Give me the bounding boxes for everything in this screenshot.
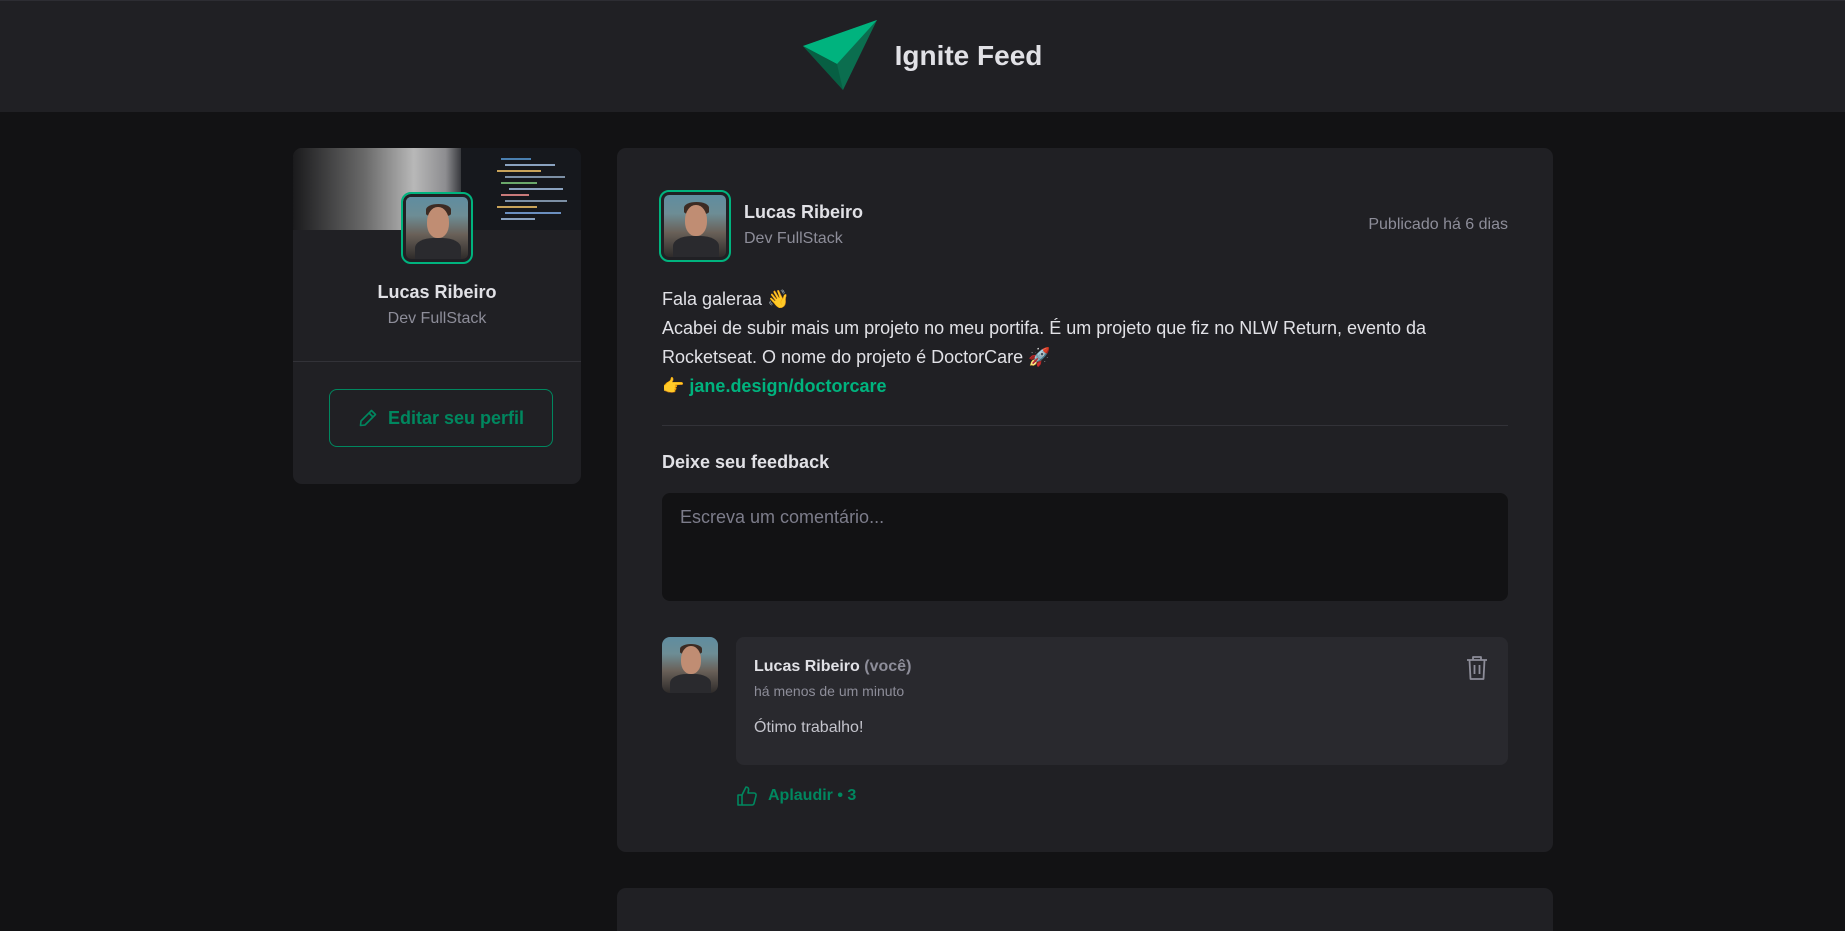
post-card: Lucas Ribeiro Dev FullStack Publicado há… <box>617 148 1553 852</box>
app-header: Ignite Feed <box>0 0 1845 112</box>
comment-author: Lucas Ribeiro (você) <box>754 658 911 676</box>
divider <box>293 361 581 362</box>
applaud-label: Aplaudir <box>768 787 833 804</box>
point-emoji: 👉 <box>662 376 690 396</box>
thumbs-up-icon <box>737 786 757 806</box>
post-author-name: Lucas Ribeiro <box>744 202 864 222</box>
post-content-line: Acabei de subir mais um projeto no meu p… <box>662 318 1427 367</box>
comment-author-avatar[interactable] <box>662 637 718 693</box>
comment-time: há menos de um minuto <box>754 683 905 699</box>
edit-profile-label: Editar seu perfil <box>387 407 525 428</box>
cover-image <box>461 148 581 230</box>
next-post-card <box>617 888 1553 931</box>
app-title: Ignite Feed <box>894 39 1043 71</box>
comment-author-name: Lucas Ribeiro <box>754 658 860 675</box>
ignite-logo-icon <box>802 19 877 90</box>
divider <box>662 425 1508 426</box>
post-content-line: Fala galeraa 👋 <box>662 289 790 309</box>
profile-role: Dev FullStack <box>387 310 487 327</box>
profile-avatar[interactable] <box>401 192 473 264</box>
comment-input[interactable] <box>662 493 1508 601</box>
applaud-separator: • <box>832 787 848 804</box>
comment-you-label: (você) <box>864 658 912 675</box>
comment-card: Lucas Ribeiro (você) há menos de um minu… <box>736 637 1508 765</box>
post-author-avatar[interactable] <box>659 190 731 262</box>
profile-name: Lucas Ribeiro <box>377 282 497 302</box>
post-published-time: Publicado há 6 dias <box>1368 216 1508 233</box>
applaud-button[interactable]: Aplaudir • 3 <box>736 785 856 807</box>
post-author-role: Dev FullStack <box>744 230 843 247</box>
applaud-count: 3 <box>847 787 857 804</box>
trash-icon[interactable] <box>1464 654 1490 682</box>
post-content: Fala galeraa 👋 Acabei de subir mais um p… <box>662 285 1512 401</box>
edit-profile-button[interactable]: Editar seu perfil <box>329 389 553 447</box>
pencil-icon <box>359 409 377 427</box>
comment-text: Ótimo trabalho! <box>754 719 864 736</box>
applaud-label-group: Aplaudir • 3 <box>768 787 856 805</box>
profile-sidebar: Lucas Ribeiro Dev FullStack Editar seu p… <box>293 148 581 484</box>
feedback-title: Deixe seu feedback <box>662 452 830 472</box>
post-link-line: 👉 jane.design/doctorcare <box>662 372 1512 401</box>
post-link[interactable]: jane.design/doctorcare <box>689 376 886 396</box>
